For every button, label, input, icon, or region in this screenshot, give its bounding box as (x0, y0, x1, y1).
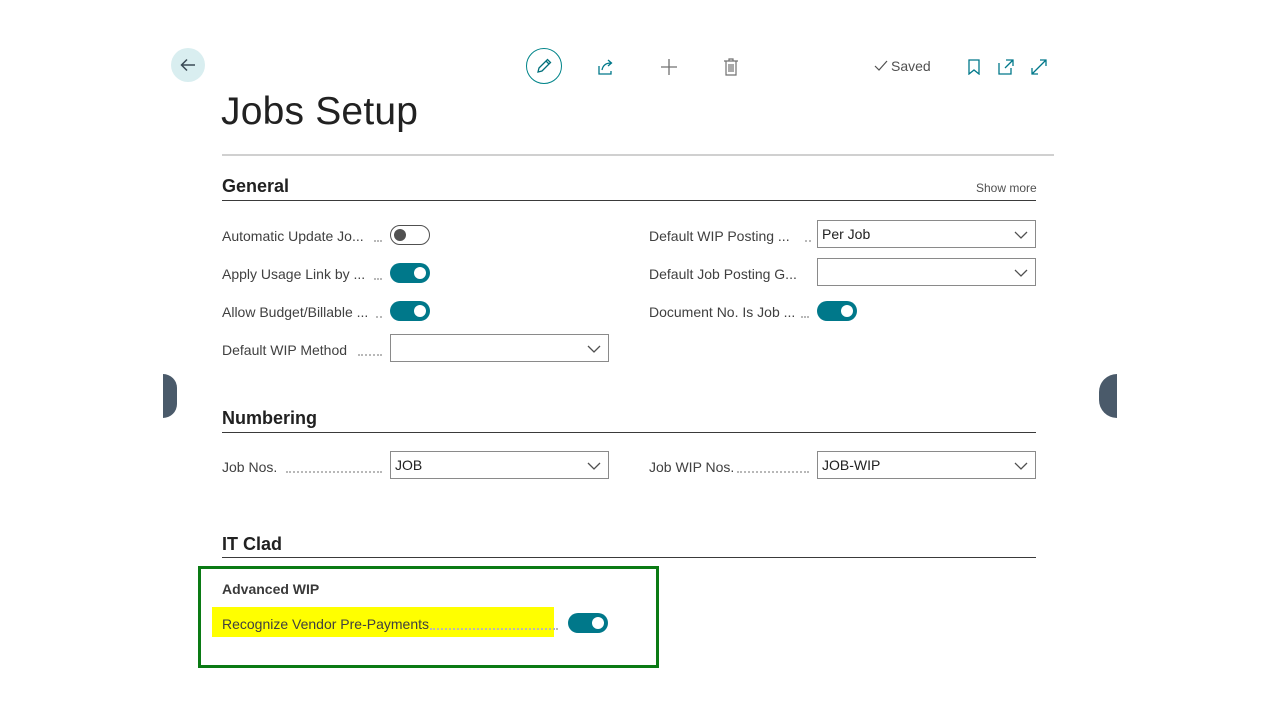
label-leader (374, 240, 382, 242)
trash-icon (724, 58, 738, 76)
share-icon (598, 59, 613, 75)
toggle-automatic-update[interactable] (390, 225, 430, 245)
select-default-wip-method[interactable] (390, 334, 609, 362)
select-default-wip-posting[interactable]: Per Job (817, 220, 1036, 248)
back-arrow-icon (180, 58, 195, 72)
field-label-default-wip-method: Default WIP Method (222, 342, 348, 358)
label-leader (430, 628, 558, 630)
field-label-document-no-is-job: Document No. Is Job ... (649, 304, 796, 320)
section-title-numbering[interactable]: Numbering (222, 408, 317, 429)
new-button[interactable] (657, 55, 681, 79)
delete-button[interactable] (719, 55, 743, 79)
chevron-down-icon (587, 345, 601, 353)
toggle-allow-budget[interactable] (390, 301, 430, 321)
page-title: Jobs Setup (221, 90, 419, 133)
field-label-allow-budget: Allow Budget/Billable ... (222, 304, 369, 320)
save-status: Saved (874, 58, 931, 74)
label-leader (737, 471, 809, 473)
bookmark-button[interactable] (963, 55, 985, 79)
label-leader (801, 316, 809, 318)
back-button[interactable] (171, 48, 205, 82)
toggle-recognize-vendor-prepayments[interactable] (568, 613, 608, 633)
chevron-down-icon (1014, 231, 1028, 239)
select-value: Per Job (822, 226, 871, 242)
scroll-right-tab[interactable] (1099, 374, 1117, 418)
select-job-wip-nos[interactable]: JOB-WIP (817, 451, 1036, 479)
edit-button[interactable] (526, 48, 562, 84)
toggle-document-no-is-job[interactable] (817, 301, 857, 321)
section-title-it-clad[interactable]: IT Clad (222, 534, 282, 555)
expand-icon (1031, 59, 1047, 75)
chevron-down-icon (1014, 269, 1028, 277)
label-leader (374, 278, 382, 280)
field-label-default-job-posting: Default Job Posting G... (649, 266, 797, 282)
section-title-general[interactable]: General (222, 176, 289, 197)
field-label-automatic-update: Automatic Update Jo... (222, 228, 364, 244)
field-label-recognize-vendor: Recognize Vendor Pre-Payments (222, 616, 429, 632)
checkmark-icon (874, 60, 888, 71)
label-leader (286, 471, 382, 473)
bookmark-icon (968, 59, 980, 75)
chevron-down-icon (1014, 462, 1028, 470)
field-label-default-wip-posting: Default WIP Posting ... (649, 228, 790, 244)
label-leader (358, 354, 382, 356)
open-new-window-button[interactable] (994, 55, 1018, 79)
save-status-text: Saved (891, 58, 931, 74)
select-value: JOB-WIP (822, 457, 881, 473)
section-divider-it-clad (222, 557, 1036, 558)
toggle-apply-usage-link[interactable] (390, 263, 430, 283)
title-divider (222, 154, 1054, 156)
scroll-left-tab[interactable] (163, 374, 177, 418)
section-divider-general (222, 200, 1036, 201)
field-label-job-nos: Job Nos. (222, 459, 278, 475)
group-title-advanced-wip: Advanced WIP (222, 581, 320, 597)
field-label-apply-usage-link: Apply Usage Link by ... (222, 266, 366, 282)
open-new-window-icon (998, 59, 1014, 75)
select-job-nos[interactable]: JOB (390, 451, 609, 479)
show-more-link[interactable]: Show more (976, 181, 1037, 195)
label-leader (376, 316, 382, 318)
chevron-down-icon (587, 462, 601, 470)
expand-button[interactable] (1027, 55, 1051, 79)
select-value: JOB (395, 457, 423, 473)
field-label-job-wip-nos: Job WIP Nos. (649, 459, 735, 475)
share-button[interactable] (594, 55, 618, 79)
label-leader (805, 240, 811, 242)
plus-icon (661, 59, 677, 75)
pencil-icon (537, 58, 552, 73)
select-default-job-posting[interactable] (817, 258, 1036, 286)
section-divider-numbering (222, 432, 1036, 433)
